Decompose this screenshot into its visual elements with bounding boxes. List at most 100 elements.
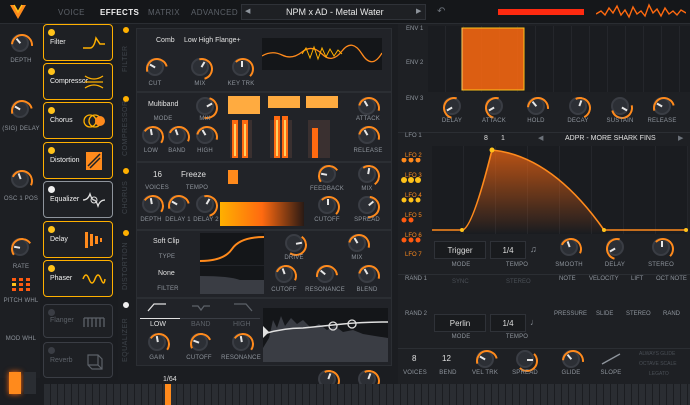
env-label-2[interactable]: ENV 2: [406, 60, 423, 66]
equalizer-enable[interactable]: [123, 302, 129, 308]
tab-advanced[interactable]: ADVANCED: [191, 8, 238, 17]
rand-note-icon[interactable]: ♩: [530, 317, 539, 327]
macro-knob-sig-delay[interactable]: [11, 100, 29, 118]
env-label-1[interactable]: ENV 1: [406, 26, 423, 32]
chorus-delay2-knob[interactable]: [196, 195, 214, 213]
chorus-cutoff-knob[interactable]: [318, 196, 336, 214]
chorus-tempo-value[interactable]: Freeze: [181, 170, 206, 179]
effect-toggle[interactable]: [48, 226, 55, 233]
compressor-mix-knob[interactable]: [196, 97, 214, 115]
compressor-low-knob[interactable]: [142, 126, 160, 144]
effect-phaser[interactable]: Phaser: [43, 260, 113, 297]
macro-knob-rate[interactable]: [11, 238, 29, 256]
legato-toggle[interactable]: LEGATO: [649, 371, 669, 377]
mod-source-oct-note[interactable]: OCT NOTE: [656, 276, 687, 282]
pitch-bend-strip[interactable]: [24, 372, 36, 394]
lfo-label-1[interactable]: LFO 1: [405, 133, 422, 139]
effect-toggle[interactable]: [48, 107, 55, 114]
tab-voice[interactable]: VOICE: [58, 8, 85, 17]
lfo-stereo-knob[interactable]: [652, 238, 670, 256]
effect-toggle[interactable]: [48, 186, 55, 193]
octave-scale-toggle[interactable]: OCTAVE SCALE: [639, 361, 677, 367]
always-glide-toggle[interactable]: ALWAYS GLIDE: [639, 351, 675, 357]
lfo-tempo-select[interactable]: 1/4: [490, 241, 526, 259]
lfo-smooth-knob[interactable]: [560, 238, 578, 256]
mod-source-slide[interactable]: SLIDE: [596, 311, 613, 317]
effect-reverb[interactable]: Reverb: [43, 342, 113, 378]
mod-source-pressure[interactable]: PRESSURE: [554, 311, 587, 317]
mod-wheel[interactable]: [9, 372, 21, 394]
env-delay-knob[interactable]: [443, 97, 461, 115]
chorus-sync-indicator[interactable]: [228, 170, 238, 184]
effect-toggle[interactable]: [48, 347, 55, 354]
macro-knob-osc-pos[interactable]: [11, 170, 29, 188]
eq-band-band[interactable]: BAND: [191, 321, 210, 328]
chorus-depth-knob[interactable]: [142, 195, 160, 213]
chorus-spread-knob[interactable]: [358, 196, 376, 214]
effect-toggle[interactable]: [48, 29, 55, 36]
filter-mix-knob[interactable]: [191, 58, 209, 76]
mod-source-lift[interactable]: LIFT: [631, 276, 643, 282]
undo-icon[interactable]: ↶: [437, 6, 445, 17]
pitch-wheel[interactable]: [11, 277, 31, 291]
slope-icon[interactable]: [600, 352, 622, 366]
compressor-band-knob[interactable]: [168, 126, 186, 144]
filter-cut-knob[interactable]: [146, 58, 164, 76]
mod-source-stereo[interactable]: STEREO: [626, 311, 651, 317]
eq-spectrum-display[interactable]: [262, 308, 389, 362]
compressor-mode-value[interactable]: Multiband: [148, 101, 178, 108]
env-release-knob[interactable]: [653, 97, 671, 115]
effect-delay[interactable]: Delay: [43, 221, 113, 258]
filter-model[interactable]: Low High Flange+: [184, 37, 241, 44]
mod-source-velocity[interactable]: VELOCITY: [589, 276, 619, 282]
effect-toggle[interactable]: [48, 265, 55, 272]
eq-resonance-knob[interactable]: [232, 333, 250, 351]
env-decay-knob[interactable]: [569, 97, 587, 115]
lfo-preset-name[interactable]: ADPR - MORE SHARK FINS: [565, 135, 656, 142]
filter-type[interactable]: Comb: [156, 37, 175, 44]
lfo-preset-prev[interactable]: ◀: [538, 134, 543, 142]
effect-compressor[interactable]: Compressor: [43, 63, 113, 100]
chorus-enable[interactable]: [123, 168, 129, 174]
rand-stereo-button[interactable]: STEREO: [506, 279, 531, 285]
compressor-attack-knob[interactable]: [358, 97, 376, 115]
eq-low-shape-icon[interactable]: [146, 301, 168, 313]
distortion-enable[interactable]: [123, 230, 129, 236]
eq-band-low[interactable]: LOW: [150, 321, 166, 328]
effect-toggle[interactable]: [48, 309, 55, 316]
env-hold-knob[interactable]: [527, 97, 545, 115]
chorus-mix-knob[interactable]: [358, 165, 376, 183]
eq-gain-knob[interactable]: [148, 333, 166, 351]
chorus-delay1-knob[interactable]: [168, 195, 186, 213]
env-attack-knob[interactable]: [485, 97, 503, 115]
effects-bottom-value[interactable]: 1/64: [163, 376, 177, 383]
eq-cutoff-knob[interactable]: [190, 333, 208, 351]
distortion-drive-knob[interactable]: [285, 234, 303, 252]
env-graph[interactable]: [428, 26, 690, 92]
filter-enable[interactable]: [123, 27, 129, 33]
eq-band-high[interactable]: HIGH: [233, 321, 251, 328]
eq-band-shape-icon[interactable]: [190, 301, 212, 313]
lfo-num-b[interactable]: 1: [501, 135, 505, 142]
filter-keytrk-knob[interactable]: [232, 58, 250, 76]
env-sustain-knob[interactable]: [611, 97, 629, 115]
voice-count-value[interactable]: 8: [412, 354, 416, 363]
distortion-filter-value[interactable]: None: [158, 270, 175, 277]
effect-distortion[interactable]: Distortion: [43, 142, 113, 179]
tab-matrix[interactable]: MATRIX: [148, 8, 180, 17]
lfo-mode-select[interactable]: Trigger: [434, 241, 486, 259]
rand-mode-select[interactable]: Perlin: [434, 314, 486, 332]
chorus-voices-value[interactable]: 16: [153, 170, 162, 179]
preset-name[interactable]: NPM x AD - Metal Water: [286, 7, 384, 17]
rand-label-2[interactable]: RAND 2: [405, 311, 427, 317]
volume-slider[interactable]: [498, 9, 584, 15]
effect-equalizer[interactable]: Equalizer: [43, 181, 113, 218]
distortion-mix-knob[interactable]: [348, 234, 366, 252]
compressor-high-knob[interactable]: [196, 126, 214, 144]
distortion-type-value[interactable]: Soft Clip: [153, 238, 179, 245]
rand-label-1[interactable]: RAND 1: [405, 276, 427, 282]
lfo-note-icon[interactable]: ♫: [530, 244, 537, 254]
lfo-num-a[interactable]: 8: [484, 135, 488, 142]
lfo-graph[interactable]: [432, 146, 688, 234]
effect-chorus[interactable]: Chorus: [43, 102, 113, 139]
